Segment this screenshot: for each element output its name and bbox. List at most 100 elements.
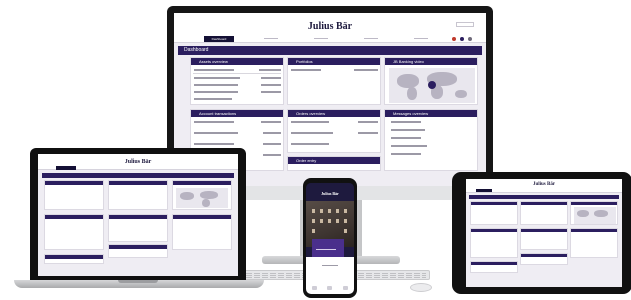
continent-shape bbox=[180, 192, 194, 200]
widget-portfolios: Portfolios bbox=[287, 57, 381, 105]
row-text bbox=[291, 143, 329, 145]
continent-shape bbox=[577, 210, 589, 217]
nav-item[interactable] bbox=[264, 38, 278, 39]
widget-jb-banking-video bbox=[570, 201, 618, 225]
row-value bbox=[259, 69, 281, 71]
continent-shape bbox=[397, 74, 419, 88]
widget-orders-overview: Orders overview bbox=[287, 109, 381, 153]
brand-logo: Julius Bär bbox=[307, 21, 353, 32]
widget-header bbox=[471, 202, 517, 205]
widget-jb-banking-video bbox=[172, 180, 232, 210]
play-icon[interactable] bbox=[428, 81, 436, 89]
row-value bbox=[261, 91, 281, 93]
widget-footer bbox=[470, 261, 518, 273]
widget-order-entry bbox=[108, 244, 168, 258]
user-icon[interactable] bbox=[460, 37, 464, 41]
widget-header bbox=[571, 202, 617, 205]
widget-orders-overview bbox=[108, 180, 168, 210]
message-item[interactable] bbox=[391, 153, 421, 155]
widget-assets-overview bbox=[470, 201, 518, 225]
page-title: Dashboard bbox=[178, 46, 482, 55]
nav-item[interactable] bbox=[414, 38, 428, 39]
widget-footer bbox=[44, 254, 104, 264]
widget-header bbox=[521, 254, 567, 257]
notification-icon[interactable] bbox=[452, 37, 456, 41]
laptop-notch bbox=[118, 280, 158, 283]
continent-shape bbox=[200, 191, 218, 199]
divider bbox=[193, 73, 281, 74]
row-value bbox=[263, 143, 281, 145]
row-text bbox=[194, 84, 238, 86]
widget-header bbox=[173, 181, 231, 185]
laptop-screen: Julius Bär bbox=[38, 154, 238, 276]
home-icon[interactable] bbox=[312, 286, 317, 290]
tab-dashboard[interactable] bbox=[56, 166, 76, 170]
building-window bbox=[328, 209, 331, 213]
widget-messages-overview: Messages overview bbox=[384, 109, 478, 171]
widget-portfolios bbox=[108, 214, 168, 242]
tab-icon[interactable] bbox=[343, 286, 348, 290]
card-text bbox=[316, 249, 336, 250]
tab-icon[interactable] bbox=[327, 286, 332, 290]
tablet-screen: Julius Bär bbox=[466, 179, 622, 287]
row-text bbox=[291, 121, 329, 123]
widget-header bbox=[109, 215, 167, 219]
widget-header bbox=[471, 229, 517, 232]
continent-shape bbox=[594, 210, 608, 217]
widget-title: Order entry bbox=[288, 157, 380, 164]
widget-jb-banking-video: JB Banking video bbox=[384, 57, 478, 105]
message-item[interactable] bbox=[391, 137, 421, 139]
settings-icon[interactable] bbox=[468, 37, 472, 41]
widget-order-entry: Order entry bbox=[287, 156, 381, 171]
widget-header bbox=[173, 215, 231, 219]
message-item[interactable] bbox=[391, 121, 421, 123]
nav-item[interactable] bbox=[364, 38, 378, 39]
building-window bbox=[312, 219, 315, 223]
row-value bbox=[263, 132, 281, 134]
world-map-image bbox=[574, 207, 616, 224]
building-window bbox=[336, 219, 339, 223]
brand-logo: Julius Bär bbox=[532, 182, 556, 187]
row-text bbox=[194, 143, 234, 145]
login-link[interactable] bbox=[322, 265, 338, 266]
building-window bbox=[312, 229, 315, 233]
row-value bbox=[261, 121, 281, 123]
world-map-image bbox=[176, 188, 228, 208]
widget-header bbox=[109, 181, 167, 185]
world-map-image bbox=[389, 68, 475, 103]
row-value bbox=[261, 84, 281, 86]
row-text bbox=[194, 132, 238, 134]
login-card[interactable] bbox=[312, 239, 344, 257]
widget-title: Orders overview bbox=[288, 110, 380, 117]
widget-assets-overview bbox=[44, 180, 104, 210]
row-text bbox=[291, 132, 333, 134]
continent-shape bbox=[202, 199, 210, 207]
building-window bbox=[344, 219, 347, 223]
phone-notch bbox=[318, 180, 342, 183]
widget-title: JB Banking video bbox=[385, 58, 477, 65]
building-window bbox=[344, 209, 347, 213]
page-title bbox=[42, 173, 234, 178]
widget-account-transactions bbox=[470, 228, 518, 258]
widget-assets-overview: Assets overview bbox=[190, 57, 284, 105]
message-item[interactable] bbox=[391, 145, 427, 147]
widget-header bbox=[45, 181, 103, 185]
building-window bbox=[328, 219, 331, 223]
nav-item[interactable] bbox=[314, 38, 328, 39]
phone-screen: Julius Bär bbox=[306, 183, 354, 294]
widget-header bbox=[471, 262, 517, 265]
message-item[interactable] bbox=[391, 129, 425, 131]
widget-account-transactions bbox=[44, 214, 104, 250]
page-title bbox=[469, 195, 619, 199]
building-window bbox=[336, 209, 339, 213]
widget-portfolios bbox=[520, 228, 568, 250]
widget-messages-overview bbox=[172, 214, 232, 250]
widget-header bbox=[571, 229, 617, 232]
row-value bbox=[358, 121, 378, 123]
tab-dashboard[interactable] bbox=[476, 189, 492, 192]
widget-header bbox=[521, 229, 567, 232]
building-window bbox=[344, 229, 347, 233]
header-links bbox=[456, 22, 474, 27]
mouse bbox=[410, 283, 432, 292]
tab-dashboard[interactable]: Dashboard bbox=[204, 36, 234, 42]
